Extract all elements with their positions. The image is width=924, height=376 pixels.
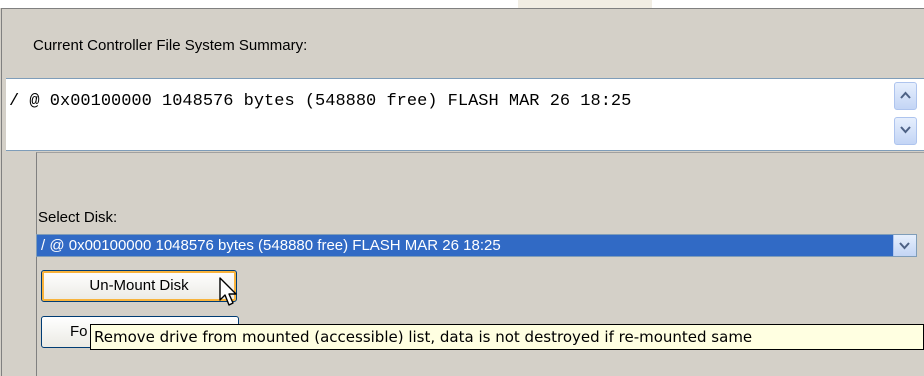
scroll-up-button[interactable] [894, 82, 917, 110]
chevron-up-icon [900, 91, 911, 99]
tooltip-text: Remove drive from mounted (accessible) l… [94, 328, 753, 346]
unmount-disk-label: Un-Mount Disk [89, 277, 189, 294]
mouse-pointer-icon [219, 277, 237, 306]
summary-textarea[interactable]: / @ 0x00100000 1048576 bytes (548880 fre… [6, 78, 924, 151]
summary-scrollbar[interactable] [894, 79, 917, 150]
disk-select[interactable]: / @ 0x00100000 1048576 bytes (548880 fre… [36, 234, 917, 257]
select-disk-label: Select Disk: [38, 209, 118, 226]
chevron-down-icon [900, 126, 911, 134]
summary-label: Current Controller File System Summary: [33, 37, 308, 54]
scroll-down-button[interactable] [894, 117, 917, 145]
disk-select-dropdown-button[interactable] [893, 235, 916, 256]
top-strip [0, 0, 924, 8]
tooltip: Remove drive from mounted (accessible) l… [90, 324, 924, 350]
unmount-disk-button[interactable]: Un-Mount Disk [41, 270, 237, 302]
disk-select-value: / @ 0x00100000 1048576 bytes (548880 fre… [41, 237, 501, 254]
chevron-down-icon [899, 242, 910, 250]
summary-text: / @ 0x00100000 1048576 bytes (548880 fre… [9, 92, 632, 111]
top-tab-edge [518, 0, 652, 8]
